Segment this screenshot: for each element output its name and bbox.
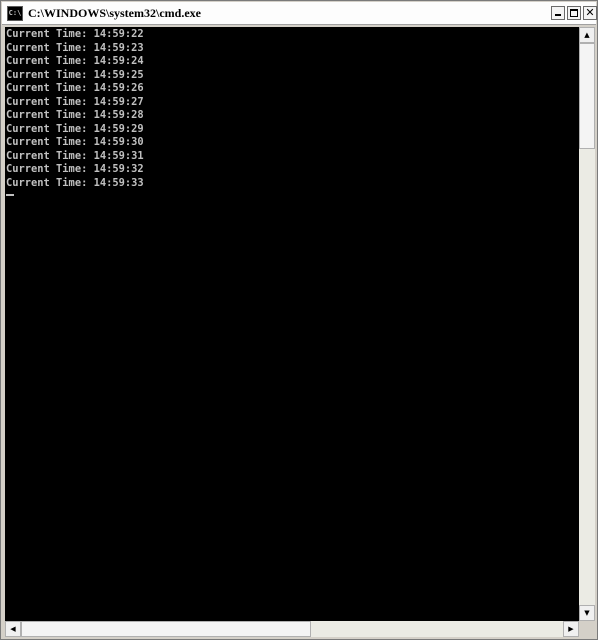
console-line: Current Time: 14:59:31 (6, 149, 144, 162)
scroll-left-button[interactable]: ◀ (5, 621, 21, 637)
text-cursor (6, 194, 14, 196)
close-button[interactable]: ✕ (583, 6, 597, 20)
scrollbar-corner (579, 621, 595, 637)
console-line: Current Time: 14:59:22 (6, 28, 144, 40)
console-app-icon[interactable]: C:\ (7, 6, 23, 21)
scroll-right-button[interactable]: ▶ (563, 621, 579, 637)
cmd-window: C:\ C:\WINDOWS\system32\cmd.exe ✕ Curren… (0, 0, 598, 640)
close-icon: ✕ (585, 6, 595, 19)
scroll-up-button[interactable]: ▲ (579, 27, 595, 43)
horizontal-scrollbar[interactable]: ◀ ▶ (5, 621, 579, 637)
console-line: Current Time: 14:59:32 (6, 163, 144, 175)
console-line: Current Time: 14:59:29 (6, 122, 144, 135)
vertical-scrollbar[interactable]: ▲ ▼ (579, 27, 595, 621)
console-line: Current Time: 14:59:27 (6, 95, 144, 108)
console-line: Current Time: 14:59:25 (6, 68, 144, 81)
console-line: Current Time: 14:59:26 (6, 82, 144, 94)
console-line: Current Time: 14:59:33 (6, 176, 144, 189)
window-title: C:\WINDOWS\system32\cmd.exe (28, 6, 201, 20)
maximize-button[interactable] (567, 6, 581, 20)
minimize-button[interactable] (551, 6, 565, 20)
scroll-down-button[interactable]: ▼ (579, 605, 595, 621)
console-line: Current Time: 14:59:24 (6, 55, 144, 67)
console-line: Current Time: 14:59:23 (6, 41, 144, 54)
console-line: Current Time: 14:59:28 (6, 109, 144, 121)
vertical-scroll-thumb[interactable] (579, 43, 595, 149)
console-output-area[interactable]: Current Time: 14:59:22 Current Time: 14:… (5, 27, 579, 621)
title-bar[interactable]: C:\ C:\WINDOWS\system32\cmd.exe ✕ (2, 2, 597, 25)
console-lines: Current Time: 14:59:22 Current Time: 14:… (6, 28, 144, 196)
horizontal-scroll-thumb[interactable] (21, 621, 311, 637)
console-line: Current Time: 14:59:30 (6, 136, 144, 148)
